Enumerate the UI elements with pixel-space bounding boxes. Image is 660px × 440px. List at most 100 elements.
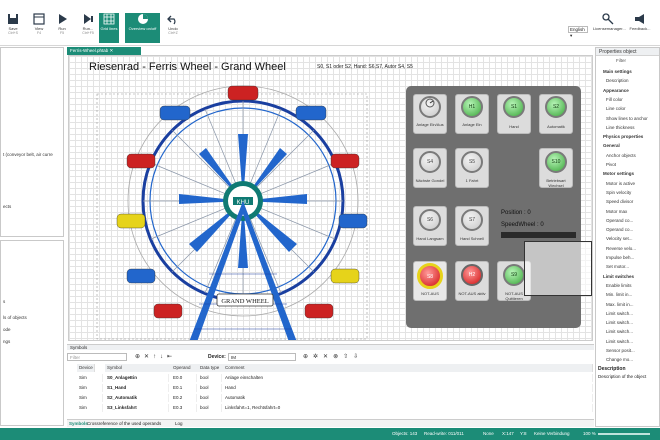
property-row[interactable]: Motor is active <box>598 180 660 188</box>
cell-datatype[interactable]: bool <box>198 384 222 392</box>
simulation-canvas[interactable]: Riesenrad - Ferris Wheel - Grand Wheel S… <box>68 55 593 341</box>
left-item[interactable]: t (conveyor belt, air curre <box>3 152 53 157</box>
property-section[interactable]: General <box>598 142 660 150</box>
cell-datatype[interactable]: bool <box>198 394 222 402</box>
cell-comment[interactable]: Anlage einschalten <box>223 374 593 382</box>
tab-crossreference[interactable]: Crossreference of the used operands <box>87 421 161 426</box>
symbols-filter-input[interactable]: Filter <box>67 353 127 361</box>
button-s10[interactable]: S10 <box>545 151 567 173</box>
property-row[interactable]: Change mo... <box>598 356 660 364</box>
property-row[interactable]: Set motor... <box>598 263 660 271</box>
device-select[interactable]: IM <box>228 353 296 361</box>
cell-symbol[interactable]: S2_Automatik <box>105 394 169 402</box>
property-row[interactable]: Max. limit in... <box>598 301 660 309</box>
emergency-stop-button[interactable]: S8 <box>417 263 443 289</box>
button-s5[interactable]: S5 <box>461 151 483 173</box>
column-comment[interactable]: Comment <box>223 364 593 372</box>
tab-symbols[interactable]: Symbols <box>69 421 88 426</box>
button-anlage-ein-aus[interactable] <box>419 96 441 118</box>
property-row[interactable]: Impulse beh... <box>598 254 660 262</box>
property-row[interactable]: Operand co... <box>598 226 660 234</box>
property-row[interactable]: Fill color <box>598 96 660 104</box>
property-row[interactable]: Show lines to anchor <box>598 115 660 123</box>
property-row[interactable]: Operand co... <box>598 217 660 225</box>
left-item[interactable]: s <box>3 299 5 304</box>
property-section[interactable]: Main settings <box>598 68 660 76</box>
cell-device[interactable]: Sim <box>77 394 103 402</box>
property-row[interactable]: Motor max <box>598 208 660 216</box>
left-item[interactable]: ode <box>3 327 11 332</box>
save-shortcut: Ctrl+S <box>8 31 18 35</box>
tab-log[interactable]: Log <box>175 421 183 426</box>
property-row[interactable]: Min. limit in... <box>598 291 660 299</box>
grid-lines-button[interactable]: Grid lines <box>99 13 119 43</box>
button-s7[interactable]: S7 <box>461 209 483 231</box>
cell-operand[interactable]: E0.2 <box>171 394 197 402</box>
cell-operand[interactable]: E0.3 <box>171 404 197 412</box>
button-s2[interactable]: S2 <box>545 96 567 118</box>
save-button[interactable]: Save Ctrl+S <box>0 13 26 43</box>
cell-datatype[interactable]: bool <box>198 404 222 412</box>
left-item[interactable]: ls of objects <box>3 315 27 320</box>
cell-device[interactable]: Sim <box>77 404 103 412</box>
left-item[interactable]: ects <box>3 204 11 209</box>
button-s1[interactable]: S1 <box>503 96 525 118</box>
cell-comment[interactable]: Automatik <box>223 394 593 402</box>
cell-datatype[interactable]: bool <box>198 374 222 382</box>
property-row[interactable]: Reverse velo... <box>598 245 660 253</box>
undo-button[interactable]: Undo Ctrl+Z <box>160 13 186 43</box>
property-row[interactable]: Limit switch... <box>598 328 660 336</box>
property-section[interactable]: Appearance <box>598 87 660 95</box>
language-select[interactable]: English ▾ <box>568 26 588 38</box>
overview-toggle-button[interactable]: Overview on/off <box>125 13 160 43</box>
overview-minimap[interactable] <box>524 241 592 296</box>
column-device[interactable]: Device <box>77 364 95 372</box>
status-y: Y:8 <box>520 431 527 436</box>
run-options-button[interactable]: Run... Ctrl+F5 <box>75 13 101 43</box>
left-item[interactable]: ngs <box>3 339 10 344</box>
feedback-button[interactable]: Feedback... <box>625 13 655 43</box>
zoom-slider[interactable] <box>598 433 650 435</box>
document-tab[interactable]: Ferris-Wheel.phtab ✕ <box>67 47 141 55</box>
status-connection: Keine Verbindung <box>534 431 570 436</box>
property-row[interactable]: Limit switch... <box>598 319 660 327</box>
cell-symbol[interactable]: S3_Linksfahrt <box>105 404 169 412</box>
property-row[interactable]: Limit switch... <box>598 338 660 346</box>
column-datatype[interactable]: Data type <box>198 364 224 372</box>
ferris-wheel[interactable]: KHU GRAND WHEEL <box>69 74 399 341</box>
button-s6[interactable]: S6 <box>419 209 441 231</box>
cell-device[interactable]: Sim <box>77 374 103 382</box>
caption-h1: Anlage Ein <box>462 122 482 127</box>
property-section[interactable]: Limit switches <box>598 273 660 281</box>
property-row[interactable]: Line thickness <box>598 124 660 132</box>
cell-operand[interactable]: E0.0 <box>171 374 197 382</box>
property-row[interactable]: Pivot <box>598 161 660 169</box>
column-operand[interactable]: Operand <box>171 364 201 372</box>
cell-comment[interactable]: Linksfahrt=1, Rechtsfahrt=0 <box>223 404 593 412</box>
property-row[interactable]: Limit switch... <box>598 310 660 318</box>
run-button[interactable]: Run F5 <box>49 13 75 43</box>
column-symbol[interactable]: Symbol <box>105 364 177 372</box>
property-row[interactable]: Enable limits <box>598 282 660 290</box>
button-s9[interactable]: S9 <box>503 264 525 286</box>
button-s4[interactable]: S4 <box>419 151 441 173</box>
property-row[interactable]: Sensor posit... <box>598 347 660 355</box>
cell-comment[interactable]: Hand <box>223 384 593 392</box>
property-row[interactable]: Speed divisor <box>598 198 660 206</box>
property-row[interactable]: Anchor objects <box>598 152 660 160</box>
cell-symbol[interactable]: S0_AnlageEin <box>105 374 169 382</box>
symbols-toolbar-icons[interactable]: ⊕✕↑↓⇤ <box>135 353 176 360</box>
property-row[interactable]: Spin velocity <box>598 189 660 197</box>
license-manager-button[interactable]: Licensemanager... <box>593 13 626 43</box>
cell-symbol[interactable]: S1_Hand <box>105 384 169 392</box>
cell-operand[interactable]: E0.1 <box>171 384 197 392</box>
status-none: None <box>483 431 494 436</box>
property-section[interactable]: Motor settings <box>598 170 660 178</box>
cell-device[interactable]: Sim <box>77 384 103 392</box>
properties-filter[interactable]: Filter <box>616 58 626 63</box>
property-row[interactable]: Line color <box>598 105 660 113</box>
symbols-toolbar-icons-2[interactable]: ⊕✲✕⊗⇧⇩ <box>303 353 363 360</box>
property-section[interactable]: Physics properties <box>598 133 660 141</box>
property-row[interactable]: Description <box>598 77 660 85</box>
property-row[interactable]: Velocity set... <box>598 235 660 243</box>
